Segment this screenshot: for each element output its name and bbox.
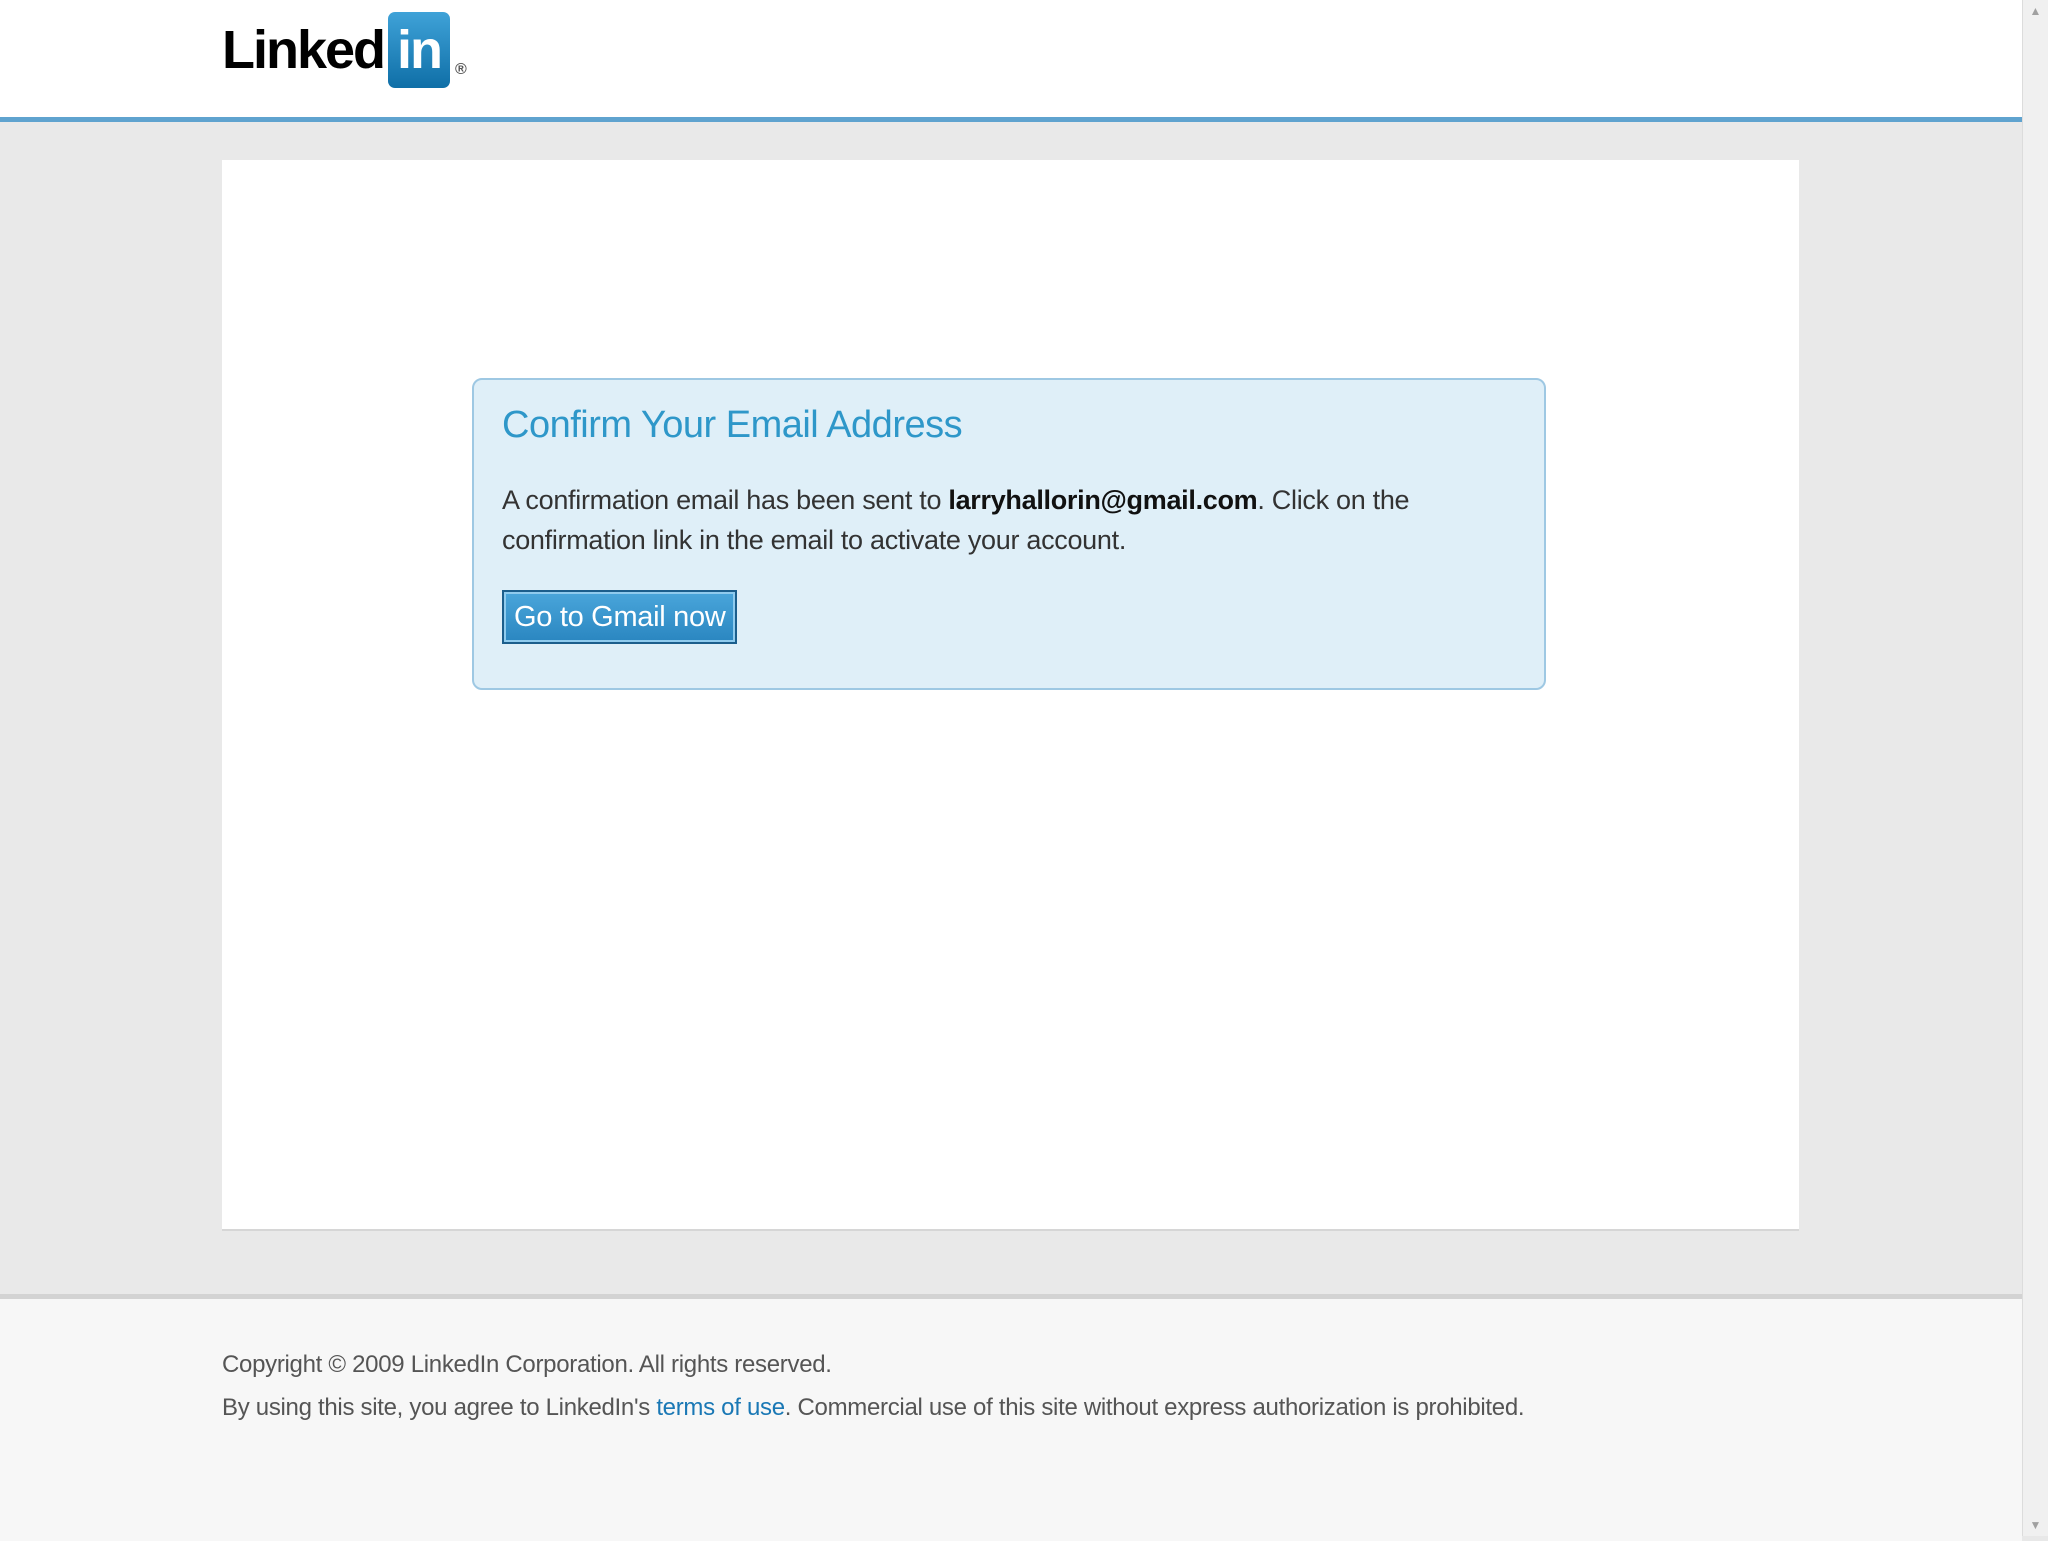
linkedin-logo[interactable]: Linked in ® [222, 10, 467, 90]
copyright-text: Copyright © 2009 LinkedIn Corporation. A… [222, 1351, 832, 1378]
confirm-email-box: Confirm Your Email Address A confirmatio… [472, 378, 1546, 690]
terms-after: . Commercial use of this site without ex… [784, 1394, 1525, 1421]
go-to-gmail-button[interactable]: Go to Gmail now [502, 590, 738, 644]
site-footer: Copyright © 2009 LinkedIn Corporation. A… [0, 1294, 2022, 1541]
scroll-down-icon[interactable]: ▼ [2023, 1514, 2048, 1536]
terms-before: By using this site, you agree to LinkedI… [222, 1394, 657, 1421]
confirm-message: A confirmation email has been sent to la… [502, 480, 1522, 560]
scroll-up-icon[interactable]: ▲ [2023, 0, 2048, 22]
registered-mark: ® [455, 61, 467, 78]
terms-of-use-link[interactable]: terms of use [656, 1394, 785, 1421]
message-before: A confirmation email has been sent to [502, 485, 949, 515]
user-email: larryhallorin@gmail.com [948, 485, 1258, 515]
browser-viewport: Linked in ® Confirm Your Email Address A… [0, 0, 2022, 1541]
main-content-panel: Confirm Your Email Address A confirmatio… [222, 160, 1799, 1231]
vertical-scrollbar[interactable]: ▲ ▼ [2022, 0, 2048, 1536]
confirm-title: Confirm Your Email Address [502, 404, 963, 446]
logo-in-badge: in [388, 12, 451, 88]
site-header: Linked in ® [0, 0, 2022, 122]
terms-text: By using this site, you agree to LinkedI… [222, 1394, 1525, 1422]
logo-wordmark: Linked [222, 20, 386, 80]
